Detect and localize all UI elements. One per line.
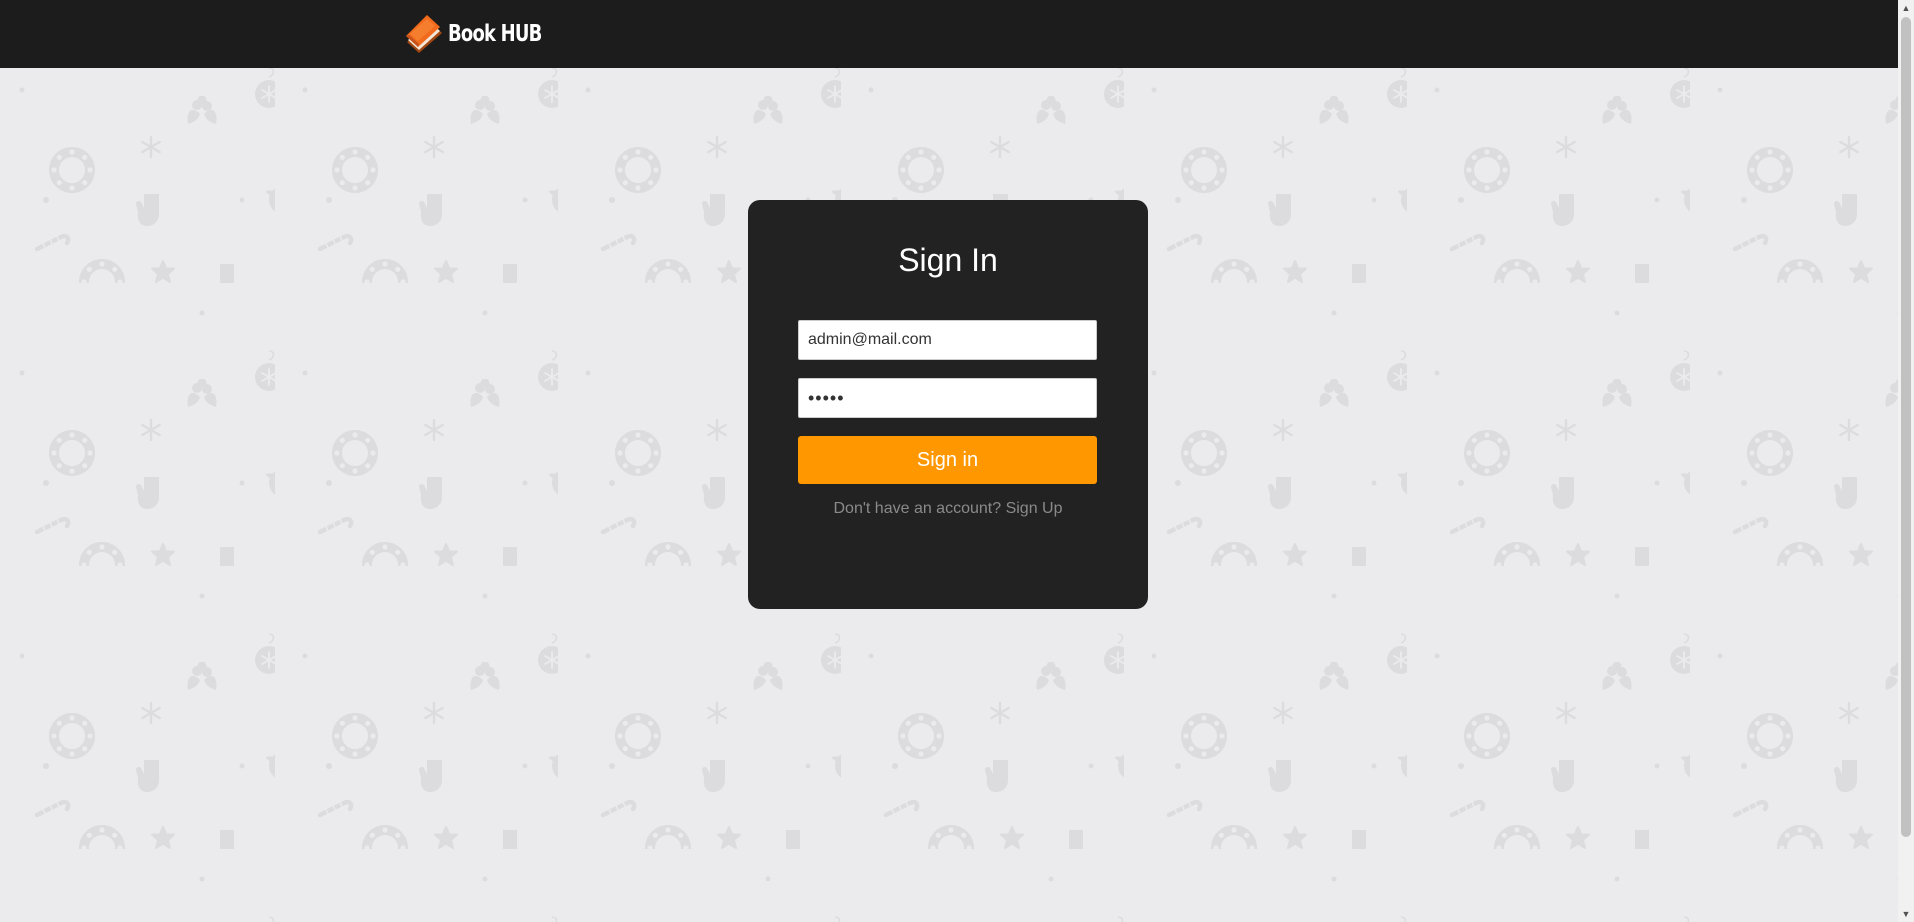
page-scrollbar[interactable]: ▲ ▼ [1898,0,1914,922]
brand-logo-link[interactable]: Book HUB [404,12,568,56]
sign-up-prompt: Don't have an account? Sign Up [748,500,1148,518]
brand-name: Book HUB [448,21,542,47]
scrollbar-thumb[interactable] [1901,17,1911,837]
scroll-up-arrow-icon[interactable]: ▲ [1898,0,1914,16]
navbar: Book HUB [0,0,1898,68]
sign-in-card: Sign In Sign in Don't have an account? S… [748,200,1148,609]
book-icon [406,15,442,53]
sign-up-link[interactable]: Sign Up [1006,500,1063,517]
email-field[interactable] [798,320,1097,360]
sign-in-button[interactable]: Sign in [798,436,1097,484]
sign-up-prompt-text: Don't have an account? [833,500,1002,517]
password-field[interactable] [798,378,1097,418]
page-title: Sign In [898,242,998,278]
scroll-down-arrow-icon[interactable]: ▼ [1898,906,1914,922]
